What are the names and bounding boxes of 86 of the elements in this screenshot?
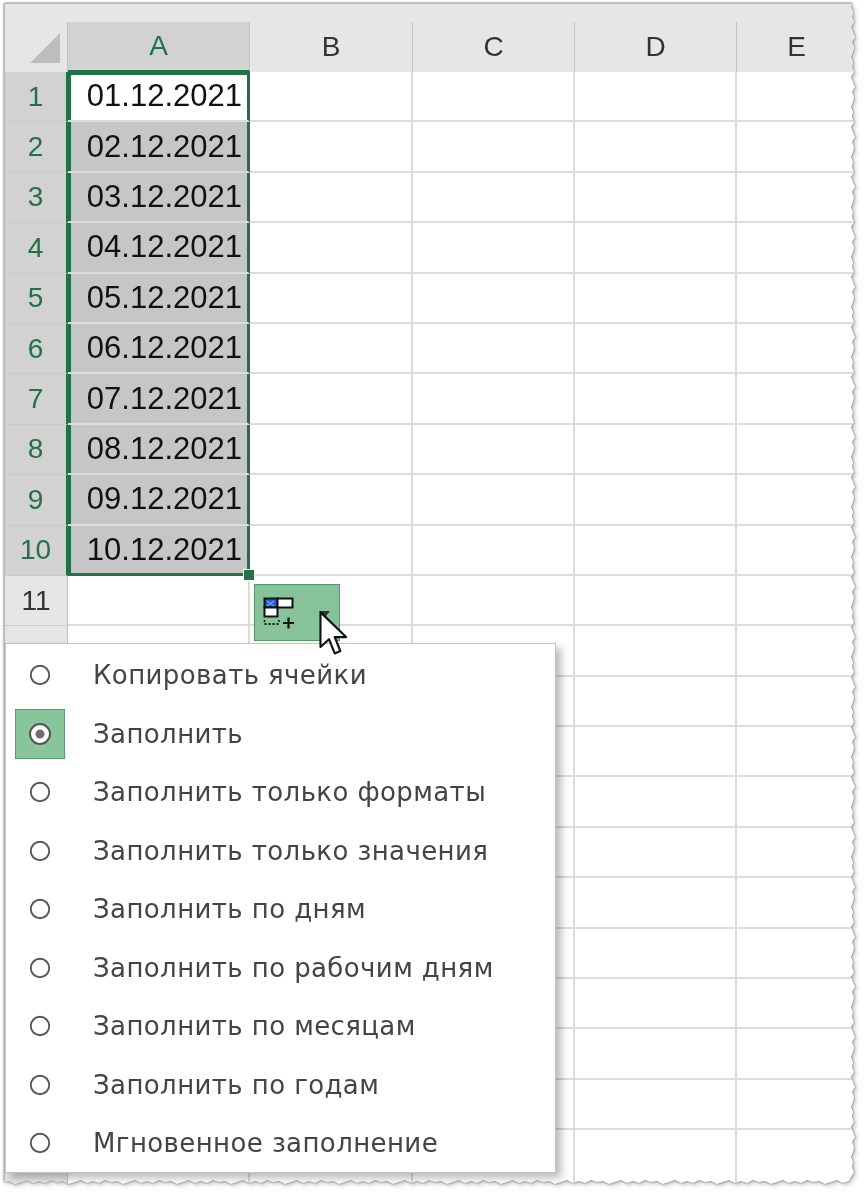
column-header[interactable]: C xyxy=(413,22,575,72)
spreadsheet-cell[interactable]: 02.12.2021 xyxy=(68,122,250,173)
spreadsheet-cell[interactable]: 06.12.2021 xyxy=(68,323,250,375)
spreadsheet-cell[interactable] xyxy=(250,424,413,476)
radio-icon[interactable] xyxy=(28,663,52,688)
spreadsheet-cell[interactable] xyxy=(575,525,737,576)
spreadsheet-cell[interactable] xyxy=(575,72,737,123)
column-header[interactable]: E xyxy=(737,22,857,72)
radio-icon[interactable] xyxy=(28,1131,52,1156)
spreadsheet-cell[interactable] xyxy=(575,122,737,173)
row-header[interactable]: 3 xyxy=(5,172,68,224)
spreadsheet-cell[interactable] xyxy=(413,122,575,173)
row-header[interactable]: 6 xyxy=(5,323,68,375)
spreadsheet-cell[interactable] xyxy=(413,223,575,274)
spreadsheet-cell[interactable] xyxy=(575,777,737,828)
radio-icon[interactable] xyxy=(28,1014,52,1039)
menu-item[interactable]: Заполнить по годам xyxy=(6,1055,555,1114)
spreadsheet-cell[interactable]: 07.12.2021 xyxy=(68,374,250,425)
spreadsheet-cell[interactable] xyxy=(413,525,575,576)
menu-item[interactable]: Заполнить только форматы xyxy=(6,763,555,822)
spreadsheet-cell[interactable] xyxy=(250,122,413,173)
spreadsheet-cell[interactable] xyxy=(575,979,737,1030)
spreadsheet-cell[interactable] xyxy=(413,172,575,224)
row-header[interactable]: 4 xyxy=(5,223,68,274)
menu-item[interactable]: Заполнить по месяцам xyxy=(6,997,555,1056)
spreadsheet-cell[interactable] xyxy=(575,626,737,677)
spreadsheet-cell[interactable] xyxy=(413,575,575,627)
row-header[interactable]: 2 xyxy=(5,122,68,173)
spreadsheet-cell[interactable] xyxy=(575,1079,737,1131)
row-header[interactable]: 10 xyxy=(5,525,68,576)
spreadsheet-cell[interactable] xyxy=(250,172,413,224)
spreadsheet-cell[interactable] xyxy=(575,727,737,778)
spreadsheet-cell[interactable] xyxy=(575,475,737,526)
column-header[interactable]: D xyxy=(575,22,737,72)
spreadsheet-cell[interactable] xyxy=(575,878,737,929)
spreadsheet-cell[interactable]: 10.12.2021 xyxy=(68,525,250,576)
spreadsheet-cell[interactable] xyxy=(250,374,413,425)
radio-icon[interactable] xyxy=(28,955,52,980)
spreadsheet-cell[interactable]: 04.12.2021 xyxy=(68,223,250,274)
spreadsheet-cell[interactable] xyxy=(413,475,575,526)
row-header[interactable]: 8 xyxy=(5,424,68,476)
row-header[interactable]: 11 xyxy=(5,575,68,627)
column-header[interactable]: A xyxy=(68,22,250,72)
column-header[interactable]: B xyxy=(250,22,413,72)
radio-icon[interactable] xyxy=(28,780,52,805)
spreadsheet-cell[interactable] xyxy=(575,273,737,324)
spreadsheet-cell[interactable] xyxy=(250,223,413,274)
spreadsheet-cell[interactable]: 08.12.2021 xyxy=(68,424,250,476)
spreadsheet-cell[interactable] xyxy=(575,676,737,728)
spreadsheet-cell[interactable]: 03.12.2021 xyxy=(68,172,250,224)
menu-item[interactable]: Заполнить xyxy=(6,704,555,763)
spreadsheet-cell[interactable] xyxy=(575,223,737,274)
spreadsheet-cell[interactable] xyxy=(413,374,575,425)
spreadsheet-cell[interactable] xyxy=(250,475,413,526)
spreadsheet-cell[interactable] xyxy=(250,323,413,375)
radio-icon[interactable] xyxy=(28,1072,52,1097)
spreadsheet-cell[interactable] xyxy=(575,1029,737,1080)
spreadsheet-cell[interactable] xyxy=(575,928,737,980)
row-header[interactable]: 9 xyxy=(5,475,68,526)
menu-item[interactable]: Заполнить по рабочим дням xyxy=(6,938,555,997)
spreadsheet-cell[interactable] xyxy=(413,424,575,476)
spreadsheet-cell[interactable] xyxy=(250,273,413,324)
spreadsheet-cell[interactable] xyxy=(413,323,575,375)
spreadsheet-cell[interactable] xyxy=(413,273,575,324)
spreadsheet-cell[interactable]: 01.12.2021 xyxy=(68,72,250,123)
spreadsheet-cell[interactable] xyxy=(575,323,737,375)
spreadsheet-cell[interactable] xyxy=(413,72,575,123)
spreadsheet-cell[interactable] xyxy=(575,827,737,879)
menu-item[interactable]: Заполнить только значения xyxy=(6,821,555,880)
row-header[interactable]: 5 xyxy=(5,273,68,324)
row-header[interactable]: 1 xyxy=(5,72,68,123)
spreadsheet-cell[interactable] xyxy=(575,172,737,224)
corner-triangle-icon[interactable] xyxy=(30,33,60,63)
radio-icon[interactable] xyxy=(28,838,52,863)
spreadsheet-cell[interactable] xyxy=(250,72,413,123)
spreadsheet-cell[interactable]: 09.12.2021 xyxy=(68,475,250,526)
radio-icon[interactable] xyxy=(15,708,65,759)
menu-item[interactable]: Копировать ячейки xyxy=(6,646,555,705)
menu-item[interactable]: Заполнить по дням xyxy=(6,880,555,939)
radio-icon[interactable] xyxy=(28,897,52,922)
spreadsheet-cell[interactable] xyxy=(575,575,737,627)
row-header[interactable]: 7 xyxy=(5,374,68,425)
spreadsheet-cell[interactable]: 05.12.2021 xyxy=(68,273,250,324)
menu-item[interactable]: Мгновенное заполнение xyxy=(6,1114,555,1173)
spreadsheet-cell[interactable] xyxy=(575,424,737,476)
spreadsheet-cell[interactable] xyxy=(575,374,737,425)
